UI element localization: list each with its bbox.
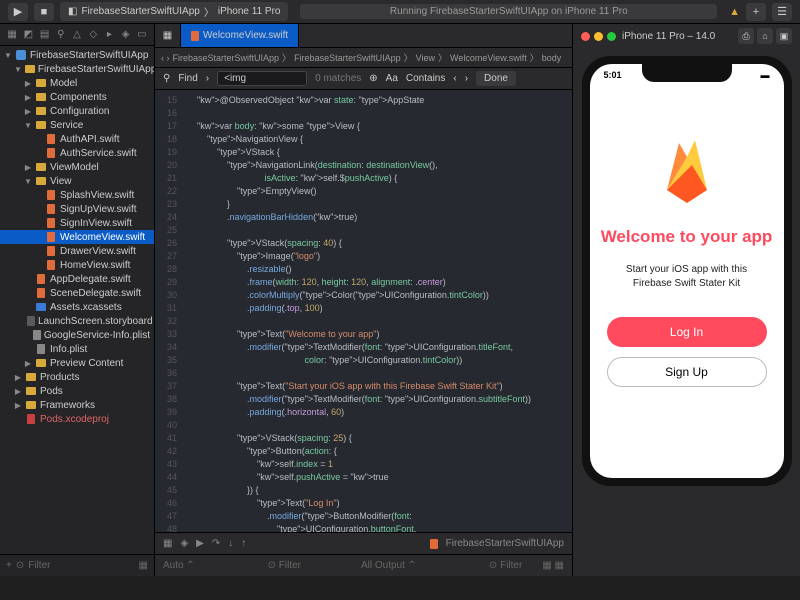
find-bar: ⚲ Find › 0 matches ⊕ Aa Contains ‹ › Don… — [155, 68, 572, 90]
next-match-icon[interactable]: › — [465, 73, 468, 84]
continue-icon[interactable]: ▶ — [196, 538, 204, 549]
xcode-toolbar: ▶ ■ ◧ FirebaseStarterSwiftUIApp 〉 iPhone… — [0, 0, 800, 24]
warning-icon[interactable]: ▲ — [729, 6, 740, 18]
welcome-title: Welcome to your app — [601, 227, 773, 247]
tree-item[interactable]: ▶Preview Content — [0, 356, 154, 370]
tree-item[interactable]: Pods.xcodeproj — [0, 412, 154, 426]
tree-item[interactable]: ▼Service — [0, 118, 154, 132]
source-nav-icon[interactable]: ◩ — [21, 28, 35, 42]
navigator-sidebar: ▦ ◩ ▤ ⚲ △ ◇ ▸ ◈ ▭ ▼FirebaseStarterSwiftU… — [0, 24, 155, 576]
breakpoints-icon[interactable]: ◈ — [180, 538, 188, 549]
filter-icon: + — [6, 560, 12, 571]
navigator-filter[interactable]: + ⊙ Filter ▦ — [0, 554, 154, 576]
step-over-icon[interactable]: ↷ — [212, 538, 220, 549]
stop-button[interactable]: ■ — [34, 3, 54, 21]
swift-icon — [191, 31, 199, 41]
find-mode-icon[interactable]: ⚲ — [163, 73, 170, 84]
tab-nav-button[interactable]: ▦ — [155, 24, 181, 47]
tree-item[interactable]: ▶Components — [0, 90, 154, 104]
line-gutter: 15 16 17 18 19 20 21 22 23 24 25 26 27 2… — [155, 90, 183, 532]
app-icon: ◧ — [68, 6, 77, 17]
screenshot-icon[interactable]: ⎙ — [738, 28, 754, 44]
debug-bar: ▦ ◈ ▶ ↷ ↓ ↑ FirebaseStarterSwiftUIApp — [155, 532, 572, 554]
symbol-nav-icon[interactable]: ▤ — [38, 28, 52, 42]
activity-status: Running FirebaseStarterSwiftUIApp on iPh… — [300, 4, 717, 19]
signup-button[interactable]: Sign Up — [607, 357, 767, 387]
debug-toggle-icon[interactable]: ▦ — [163, 538, 172, 549]
tree-item[interactable]: Assets.xcassets — [0, 300, 154, 314]
tree-item[interactable]: ▼FirebaseStarterSwiftUIApp — [0, 62, 154, 76]
find-nav-icon[interactable]: ⚲ — [54, 28, 68, 42]
firebase-logo — [657, 135, 717, 205]
tree-item[interactable]: Info.plist — [0, 342, 154, 356]
tree-item[interactable]: AuthAPI.swift — [0, 132, 154, 146]
console-toggle-icon[interactable]: ▦ ▦ — [542, 560, 564, 571]
tree-item[interactable]: DrawerView.swift — [0, 244, 154, 258]
filter-scm-icon[interactable]: ▦ — [139, 560, 148, 571]
tree-item[interactable]: SceneDelegate.swift — [0, 286, 154, 300]
tree-item[interactable]: ▶Pods — [0, 384, 154, 398]
project-nav-icon[interactable]: ▦ — [5, 28, 19, 42]
find-options-icon[interactable]: ⊕ — [369, 73, 377, 84]
login-button[interactable]: Log In — [607, 317, 767, 347]
tree-item[interactable]: ▶Configuration — [0, 104, 154, 118]
rotate-icon[interactable]: ▣ — [776, 28, 792, 44]
tree-item[interactable]: ▼View — [0, 174, 154, 188]
report-nav-icon[interactable]: ▭ — [135, 28, 149, 42]
find-done-button[interactable]: Done — [476, 71, 516, 86]
issue-nav-icon[interactable]: △ — [70, 28, 84, 42]
tree-item[interactable]: ▶Model — [0, 76, 154, 90]
tree-item[interactable]: SignUpView.swift — [0, 202, 154, 216]
navigator-selector[interactable]: ▦ ◩ ▤ ⚲ △ ◇ ▸ ◈ ▭ — [0, 24, 154, 46]
tree-item[interactable]: GoogleService-Info.plist — [0, 328, 154, 342]
close-dot[interactable] — [581, 32, 590, 41]
project-tree[interactable]: ▼FirebaseStarterSwiftUIApp▼FirebaseStart… — [0, 46, 154, 554]
filter-recent-icon[interactable]: ⊙ — [16, 560, 24, 571]
scheme-selector[interactable]: ◧ FirebaseStarterSwiftUIApp 〉 iPhone 11 … — [60, 2, 288, 21]
code-content[interactable]: "kw">@ObservedObject "kw">var state: "ty… — [183, 90, 572, 532]
tree-root[interactable]: ▼FirebaseStarterSwiftUIApp — [0, 48, 154, 62]
tree-item[interactable]: AppDelegate.swift — [0, 272, 154, 286]
step-out-icon[interactable]: ↑ — [241, 538, 246, 549]
library-button[interactable]: + — [746, 3, 766, 21]
max-dot[interactable] — [607, 32, 616, 41]
simulator-header: iPhone 11 Pro – 14.0 ⎙ ⌂ ▣ — [573, 24, 800, 48]
breakpoint-nav-icon[interactable]: ◈ — [119, 28, 133, 42]
bottom-bar: Auto ⌃ ⊙ Filter All Output ⌃ ⊙ Filter ▦ … — [155, 554, 572, 576]
tree-item[interactable]: WelcomeView.swift — [0, 230, 154, 244]
canvas-panel: iPhone 11 Pro – 14.0 ⎙ ⌂ ▣ 5:01 ▬ Welcom… — [572, 24, 800, 576]
run-button[interactable]: ▶ — [8, 3, 28, 21]
tab-welcomeview[interactable]: WelcomeView.swift — [181, 24, 299, 47]
min-dot[interactable] — [594, 32, 603, 41]
editor-options-button[interactable]: ☰ — [772, 3, 792, 21]
test-nav-icon[interactable]: ◇ — [86, 28, 100, 42]
tree-item[interactable]: SplashView.swift — [0, 188, 154, 202]
tree-item[interactable]: ▶Products — [0, 370, 154, 384]
tree-item[interactable]: SignInView.swift — [0, 216, 154, 230]
prev-match-icon[interactable]: ‹ — [453, 73, 456, 84]
device-frame: 5:01 ▬ Welcome to your app Start your iO… — [582, 56, 792, 486]
home-icon[interactable]: ⌂ — [757, 28, 773, 44]
tree-item[interactable]: HomeView.swift — [0, 258, 154, 272]
editor-tabs: ▦ WelcomeView.swift — [155, 24, 572, 48]
source-editor[interactable]: 15 16 17 18 19 20 21 22 23 24 25 26 27 2… — [155, 90, 572, 532]
tree-item[interactable]: AuthService.swift — [0, 146, 154, 160]
device-screen[interactable]: 5:01 ▬ Welcome to your app Start your iO… — [590, 64, 784, 478]
find-input[interactable] — [217, 71, 307, 86]
notch — [642, 64, 732, 82]
battery-icon: ▬ — [761, 70, 770, 80]
tree-item[interactable]: ▶ViewModel — [0, 160, 154, 174]
tree-item[interactable]: ▶Frameworks — [0, 398, 154, 412]
tree-item[interactable]: LaunchScreen.storyboard — [0, 314, 154, 328]
swift-icon — [430, 539, 438, 549]
welcome-subtitle: Start your iOS app with thisFirebase Swi… — [626, 263, 747, 291]
step-in-icon[interactable]: ↓ — [228, 538, 233, 549]
editor-area: ▦ WelcomeView.swift ‹ › FirebaseStarterS… — [155, 24, 572, 576]
debug-nav-icon[interactable]: ▸ — [102, 28, 116, 42]
jump-bar[interactable]: ‹ › FirebaseStarterSwiftUIApp 〉 Firebase… — [155, 48, 572, 68]
